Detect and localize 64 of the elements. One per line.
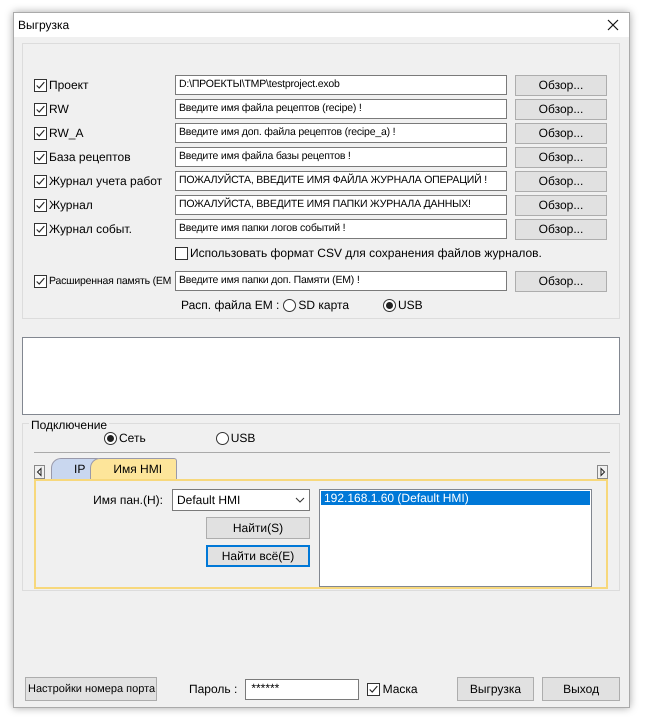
scroll-left-icon[interactable] [34,465,45,479]
radio-label: USB [398,298,423,312]
radio-label: USB [230,431,256,445]
radio-button[interactable] [383,298,396,312]
chevron-down-icon[interactable] [295,497,305,503]
checkbox[interactable] [34,198,47,212]
input-field[interactable]: ПОЖАЛУЙСТА, ВВЕДИТЕ ИМЯ ФАЙЛА ЖУРНАЛА ОПЕРАЦИЙ ! [175,171,507,191]
radio-button[interactable] [216,432,229,444]
input-field[interactable]: Введите имя доп. файла рецептов (recipe_a) ! [175,123,507,143]
tab[interactable]: Имя HMI [90,458,178,479]
checkbox-label: Журнал [49,198,93,212]
browse-button[interactable]: Обзор... [515,194,607,216]
input-field[interactable]: Введите имя папки доп. Памяти (EM) ! [175,271,507,291]
input-field[interactable]: ПОЖАЛУЙСТА, ВВЕДИТЕ ИМЯ ПАПКИ ЖУРНАЛА ДАННЫХ! [175,195,507,215]
panel-name-dropdown[interactable]: Default HMI [172,489,310,511]
find-all-button[interactable]: Найти всё(E) [206,545,310,567]
checkbox-label: Маска [382,682,418,696]
checkbox[interactable] [366,682,380,696]
checkbox-label: Расширенная память (EM [49,275,172,287]
group-title: Подключение [29,418,110,432]
checkbox[interactable] [34,150,47,164]
checkbox-label: Журнал учета работ [49,174,162,188]
em-location-label: Расп. файла EM : [181,298,280,312]
checkbox[interactable] [34,126,47,140]
password-label: Пароль : [189,682,238,696]
input-field[interactable]: D:\ПРОЕКТЫ\TMP\testproject.exob [175,75,507,95]
panel-name-label: Имя пан.(H): [93,493,163,507]
checkbox-label: База рецептов [49,150,131,164]
checkbox-label: RW_A [49,126,84,140]
checkbox[interactable] [34,222,47,236]
checkbox[interactable] [34,78,47,92]
checkbox-label: Использовать формат CSV для сохранения файлов журналов. [190,246,542,260]
checkbox[interactable] [34,102,47,116]
port-settings-button[interactable]: Настройки номера порта [25,677,157,701]
radio-label: Сеть [119,431,146,445]
browse-button[interactable]: Обзор... [515,218,607,240]
find-button[interactable]: Найти(S) [206,517,310,539]
checkbox[interactable] [175,246,188,260]
browse-button[interactable]: Обзор... [515,122,607,144]
input-field[interactable]: Введите имя папки логов событий ! [175,219,507,239]
scroll-right-icon[interactable] [597,465,608,479]
exit-button[interactable]: Выход [542,677,620,701]
log-text-area[interactable] [22,337,620,415]
checkbox-label: RW [49,102,69,116]
browse-button[interactable]: Обзор... [515,146,607,168]
radio-button[interactable] [283,298,296,312]
password-field[interactable]: ****** [245,678,359,700]
checkbox[interactable] [34,174,47,188]
radio-label: SD карта [298,298,350,312]
browse-button[interactable]: Обзор... [515,170,607,192]
checkbox-label: Проект [49,78,89,92]
browse-button[interactable]: Обзор... [515,270,607,292]
checkbox-label: Журнал событ. [49,222,132,236]
close-icon[interactable] [607,19,619,31]
input-field[interactable]: Введите имя файла базы рецептов ! [175,147,507,167]
list-item[interactable]: 192.168.1.60 (Default HMI) [321,491,590,505]
window-title: Выгрузка [18,18,70,32]
radio-button[interactable] [104,432,117,444]
browse-button[interactable]: Обзор... [515,98,607,120]
checkbox[interactable] [34,274,47,288]
browse-button[interactable]: Обзор... [515,74,607,96]
upload-button[interactable]: Выгрузка [456,677,534,701]
hmi-list[interactable]: 192.168.1.60 (Default HMI) [319,489,592,587]
input-field[interactable]: Введите имя файла рецептов (recipe) ! [175,99,507,119]
